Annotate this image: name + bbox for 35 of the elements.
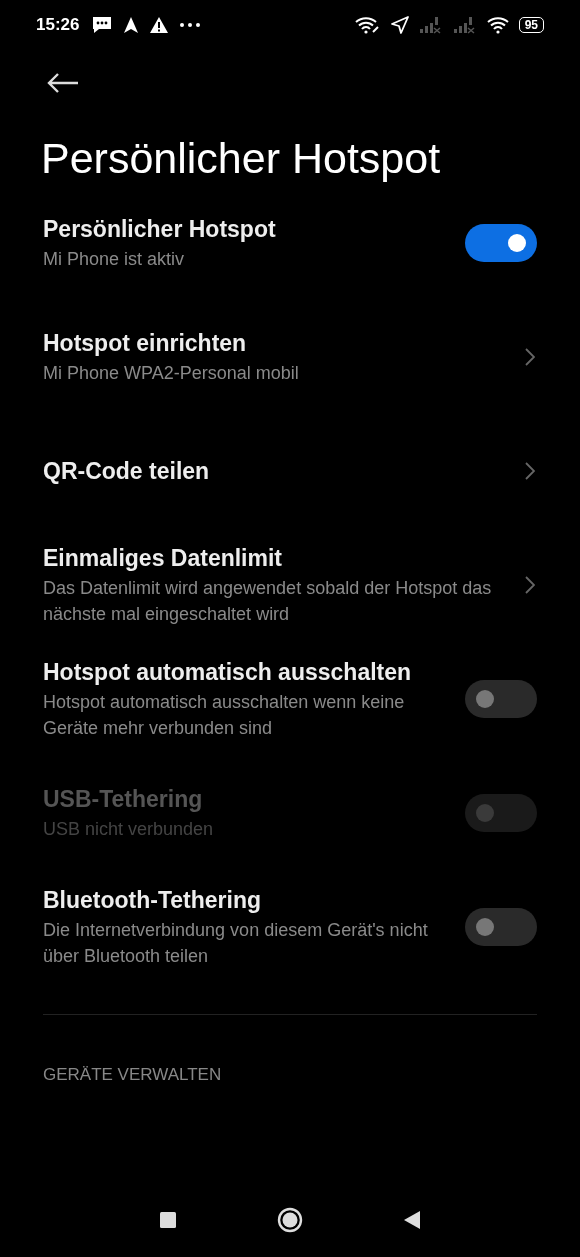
setting-description: USB nicht verbunden [43,818,215,841]
toggle-switch[interactable] [465,680,537,718]
setting-title[interactable]: Persönlicher Hotspot [43,214,447,244]
back-icon[interactable] [403,1210,421,1230]
message-icon [91,15,114,35]
status-time: 15:26 [36,15,80,35]
section-header: GERÄTE VERWALTEN [43,1065,223,1085]
more-icon [179,22,202,28]
setting-title[interactable]: Hotspot automatisch ausschalten [43,657,447,687]
home-icon[interactable] [277,1207,303,1233]
wifi-link-icon [354,16,381,34]
location-icon [390,16,409,34]
navigation-icon [123,16,140,34]
chevron-icon [525,348,535,366]
setting-description: Mi Phone WPA2-Personal mobil [43,362,300,385]
warning-icon [149,16,170,34]
wifi-icon [486,16,509,34]
setting-title[interactable]: Hotspot einrichten [43,328,507,358]
chevron-icon [525,462,535,480]
toggle-switch[interactable] [465,908,537,946]
page-title: Persönlicher Hotspot [41,133,442,184]
chevron-icon [525,576,535,594]
setting-description: Mi Phone ist aktiv [43,248,186,271]
battery-indicator: 95 [518,17,544,33]
toggle-switch[interactable] [465,224,537,262]
setting-description: Das Datenlimit wird angewendet sobald der Hotspot das nächste mal eingeschaltet wird [43,577,493,626]
setting-title[interactable]: Einmaliges Datenlimit [43,543,507,573]
setting-description: Die Internetverbindung von diesem Gerät's nicht über Bluetooth teilen [43,919,429,968]
setting-title[interactable]: Bluetooth-Tethering [43,885,447,915]
back-arrow-icon[interactable] [46,72,80,94]
signal-icon [418,16,443,34]
setting-title[interactable]: QR-Code teilen [43,456,507,486]
signal-icon [452,16,477,34]
setting-description: Hotspot automatisch ausschalten wenn keine Geräte mehr verbunden sind [43,691,406,740]
recents-icon[interactable] [159,1211,177,1229]
